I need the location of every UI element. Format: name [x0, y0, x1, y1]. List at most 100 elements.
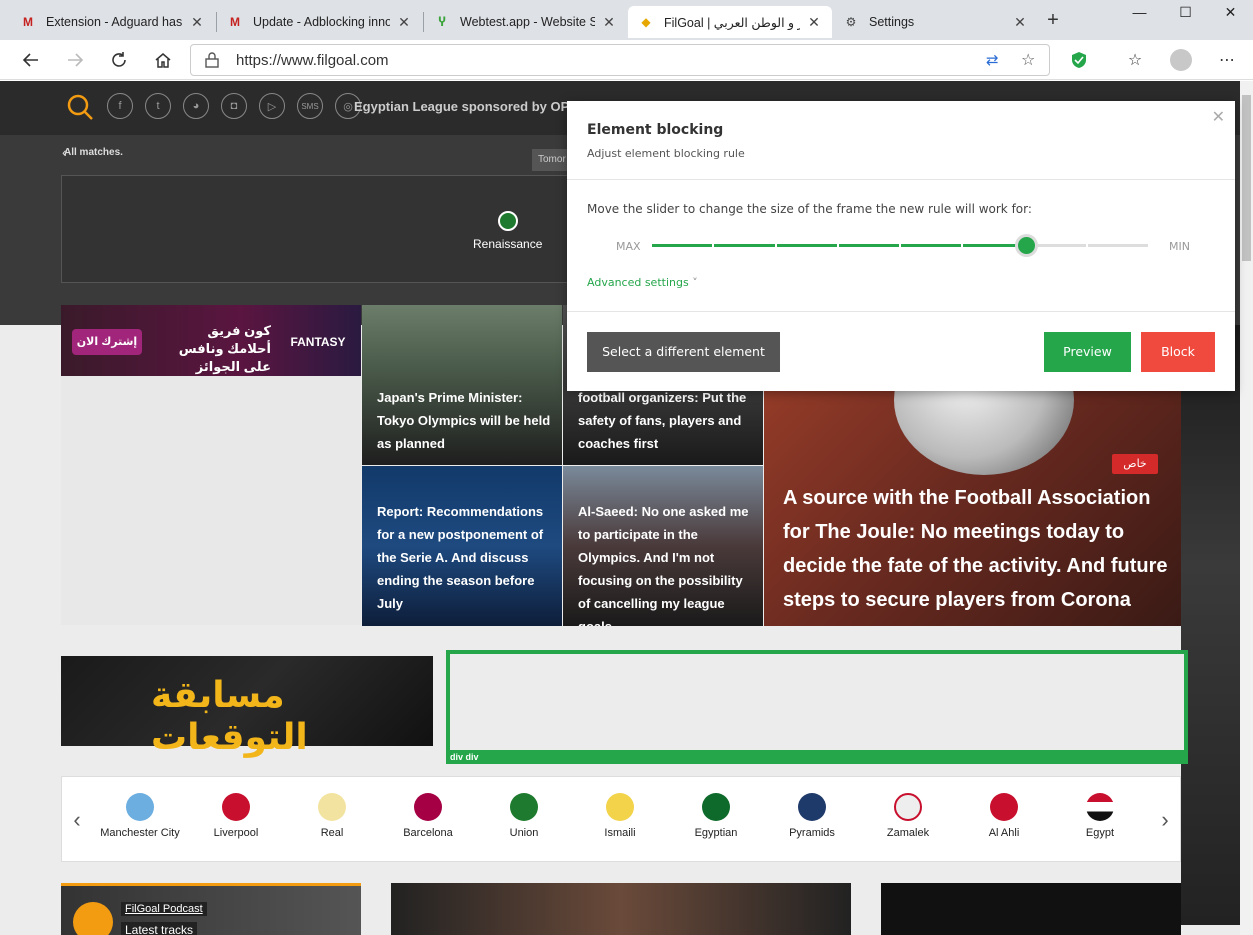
subscribe-button[interactable]: إشترك الان	[72, 329, 142, 355]
team-label: Manchester City	[100, 827, 180, 839]
close-window-button[interactable]: ✕	[1208, 0, 1253, 26]
home-icon	[155, 53, 171, 68]
avatar	[1170, 49, 1192, 71]
carousel-prev-icon[interactable]: ‹	[62, 777, 92, 863]
slider-segment[interactable]	[901, 244, 962, 247]
team-item[interactable]: Manchester City	[92, 793, 188, 839]
element-highlight-frame: div div	[446, 650, 1188, 764]
preview-button[interactable]: Preview	[1044, 332, 1131, 372]
side-ad[interactable]	[1181, 325, 1240, 925]
team-item[interactable]: Ismaili	[572, 793, 668, 839]
shield-icon	[1072, 52, 1086, 68]
refresh-button[interactable]	[106, 47, 132, 73]
facebook-icon[interactable]: f	[107, 93, 133, 119]
address-bar[interactable]: https://www.filgoal.com ⇄ ☆	[190, 44, 1050, 76]
close-tab-icon[interactable]: ✕	[189, 14, 205, 31]
tab-settings[interactable]: ⚙ Settings ✕	[833, 6, 1038, 38]
all-matches-link[interactable]: All matches.	[64, 147, 123, 158]
team-item[interactable]: Union	[476, 793, 572, 839]
slider-segment[interactable]	[776, 244, 837, 247]
team-crest-icon	[894, 793, 922, 821]
team-item[interactable]: Real	[284, 793, 380, 839]
youtube-icon[interactable]: ▷	[259, 93, 285, 119]
team-item[interactable]: Egypt	[1052, 793, 1148, 839]
slider-handle[interactable]	[1014, 234, 1038, 257]
youtube-embed[interactable]	[881, 883, 1181, 935]
video-thumbnail[interactable]	[391, 883, 851, 935]
profile-button[interactable]	[1168, 47, 1194, 73]
browser-toolbar: https://www.filgoal.com ⇄ ☆ ☆ ⋯	[0, 40, 1253, 80]
back-button[interactable]	[18, 47, 44, 73]
news-card[interactable]: Report: Recommendations for a new postpo…	[362, 466, 562, 626]
close-tab-icon[interactable]: ✕	[806, 14, 822, 31]
twitter-icon[interactable]: t	[145, 93, 171, 119]
close-tab-icon[interactable]: ✕	[601, 14, 617, 31]
translate-icon[interactable]: ⇄	[986, 51, 999, 69]
select-different-element-button[interactable]: Select a different element	[587, 332, 780, 372]
news-card-title: Report: Recommendations for a new postpo…	[377, 504, 544, 611]
tab-filgoal[interactable]: ◆ FilGoal | مصر و الوطن العربي ✕	[628, 6, 832, 38]
close-icon[interactable]: ✕	[1212, 107, 1225, 126]
scrollbar-thumb[interactable]	[1242, 95, 1251, 261]
news-card[interactable]: Al-Saeed: No one asked me to participate…	[563, 466, 763, 626]
slider-segment[interactable]	[714, 244, 775, 247]
page-scrollbar[interactable]	[1240, 81, 1253, 935]
tab-webtest[interactable]: Ⴤ Webtest.app - Website Sp ✕	[424, 6, 627, 38]
team-crest-icon	[510, 793, 538, 821]
predictions-banner[interactable]: مسابقة التوقعات	[61, 656, 433, 757]
team-item[interactable]: Liverpool	[188, 793, 284, 839]
maximize-button[interactable]: ☐	[1163, 0, 1208, 26]
gmail-icon: M	[23, 15, 33, 29]
team-item[interactable]: Pyramids	[764, 793, 860, 839]
element-path-label: div div	[446, 750, 1188, 764]
team-item[interactable]: Egyptian	[668, 793, 764, 839]
tab-title: Update - Adblocking inno	[253, 15, 390, 29]
refresh-icon	[112, 52, 126, 67]
home-button[interactable]	[150, 47, 176, 73]
fantasy-text: كون فريق أحلامك ونافس على الجوائز	[178, 323, 271, 374]
divider	[567, 311, 1235, 312]
close-tab-icon[interactable]: ✕	[1012, 14, 1028, 31]
slider-segment[interactable]	[1087, 244, 1148, 247]
news-card[interactable]: Japan's Prime Minister: Tokyo Olympics w…	[362, 305, 562, 465]
teams-carousel: ‹ › Manchester City Liverpool Real Barce…	[61, 776, 1181, 862]
more-menu-button[interactable]: ⋯	[1214, 47, 1240, 73]
advanced-settings-link[interactable]: Advanced settings ˅	[587, 276, 698, 289]
gear-icon: ⚙	[845, 15, 857, 29]
frame-size-slider[interactable]	[652, 234, 1150, 257]
predictions-title: مسابقة التوقعات	[151, 674, 308, 757]
favorites-button[interactable]: ☆	[1122, 47, 1148, 73]
dialog-title: Element blocking	[587, 122, 724, 138]
podcast-link[interactable]: FilGoal Podcast	[121, 902, 207, 916]
team-item[interactable]: Zamalek	[860, 793, 956, 839]
search-icon[interactable]	[66, 93, 94, 121]
league-title[interactable]: Egyptian League sponsored by OPPO	[354, 99, 588, 114]
team-item[interactable]: Barcelona	[380, 793, 476, 839]
tab-update[interactable]: M Update - Adblocking inno ✕	[217, 6, 422, 38]
new-tab-button[interactable]: +	[1041, 8, 1065, 32]
team-label: Ismaili	[604, 827, 636, 839]
tab-extension[interactable]: M Extension - Adguard has a ✕	[10, 6, 215, 38]
adguard-extension-button[interactable]	[1066, 47, 1092, 73]
podcast-widget[interactable]: FilGoal Podcast Latest tracks	[61, 883, 361, 935]
forward-button[interactable]	[62, 47, 88, 73]
fantasy-banner[interactable]: إشترك الان كون فريق أحلامك ونافس على الج…	[61, 305, 361, 376]
rss-icon[interactable]: ◕	[183, 93, 209, 119]
tomorrow-tab[interactable]: Tomor	[532, 149, 572, 171]
instagram-icon[interactable]: ◘	[221, 93, 247, 119]
carousel-next-icon[interactable]: ›	[1150, 777, 1180, 863]
play-icon[interactable]	[73, 902, 113, 935]
fantasy-logo: FANTASY	[290, 335, 346, 349]
slider-segment[interactable]	[652, 244, 713, 247]
block-button[interactable]: Block	[1141, 332, 1215, 372]
browser-tab-bar: M Extension - Adguard has a ✕ M Update -…	[0, 0, 1253, 40]
close-tab-icon[interactable]: ✕	[396, 14, 412, 31]
favorite-star-icon[interactable]: ☆	[1021, 50, 1035, 70]
team-label: Pyramids	[789, 827, 835, 839]
team-item[interactable]: Al Ahli	[956, 793, 1052, 839]
team-label: Real	[320, 827, 344, 839]
minimize-button[interactable]: —	[1117, 0, 1162, 26]
slider-instruction: Move the slider to change the size of th…	[587, 202, 1032, 216]
slider-segment[interactable]	[838, 244, 899, 247]
sms-icon[interactable]: SMS	[297, 93, 323, 119]
